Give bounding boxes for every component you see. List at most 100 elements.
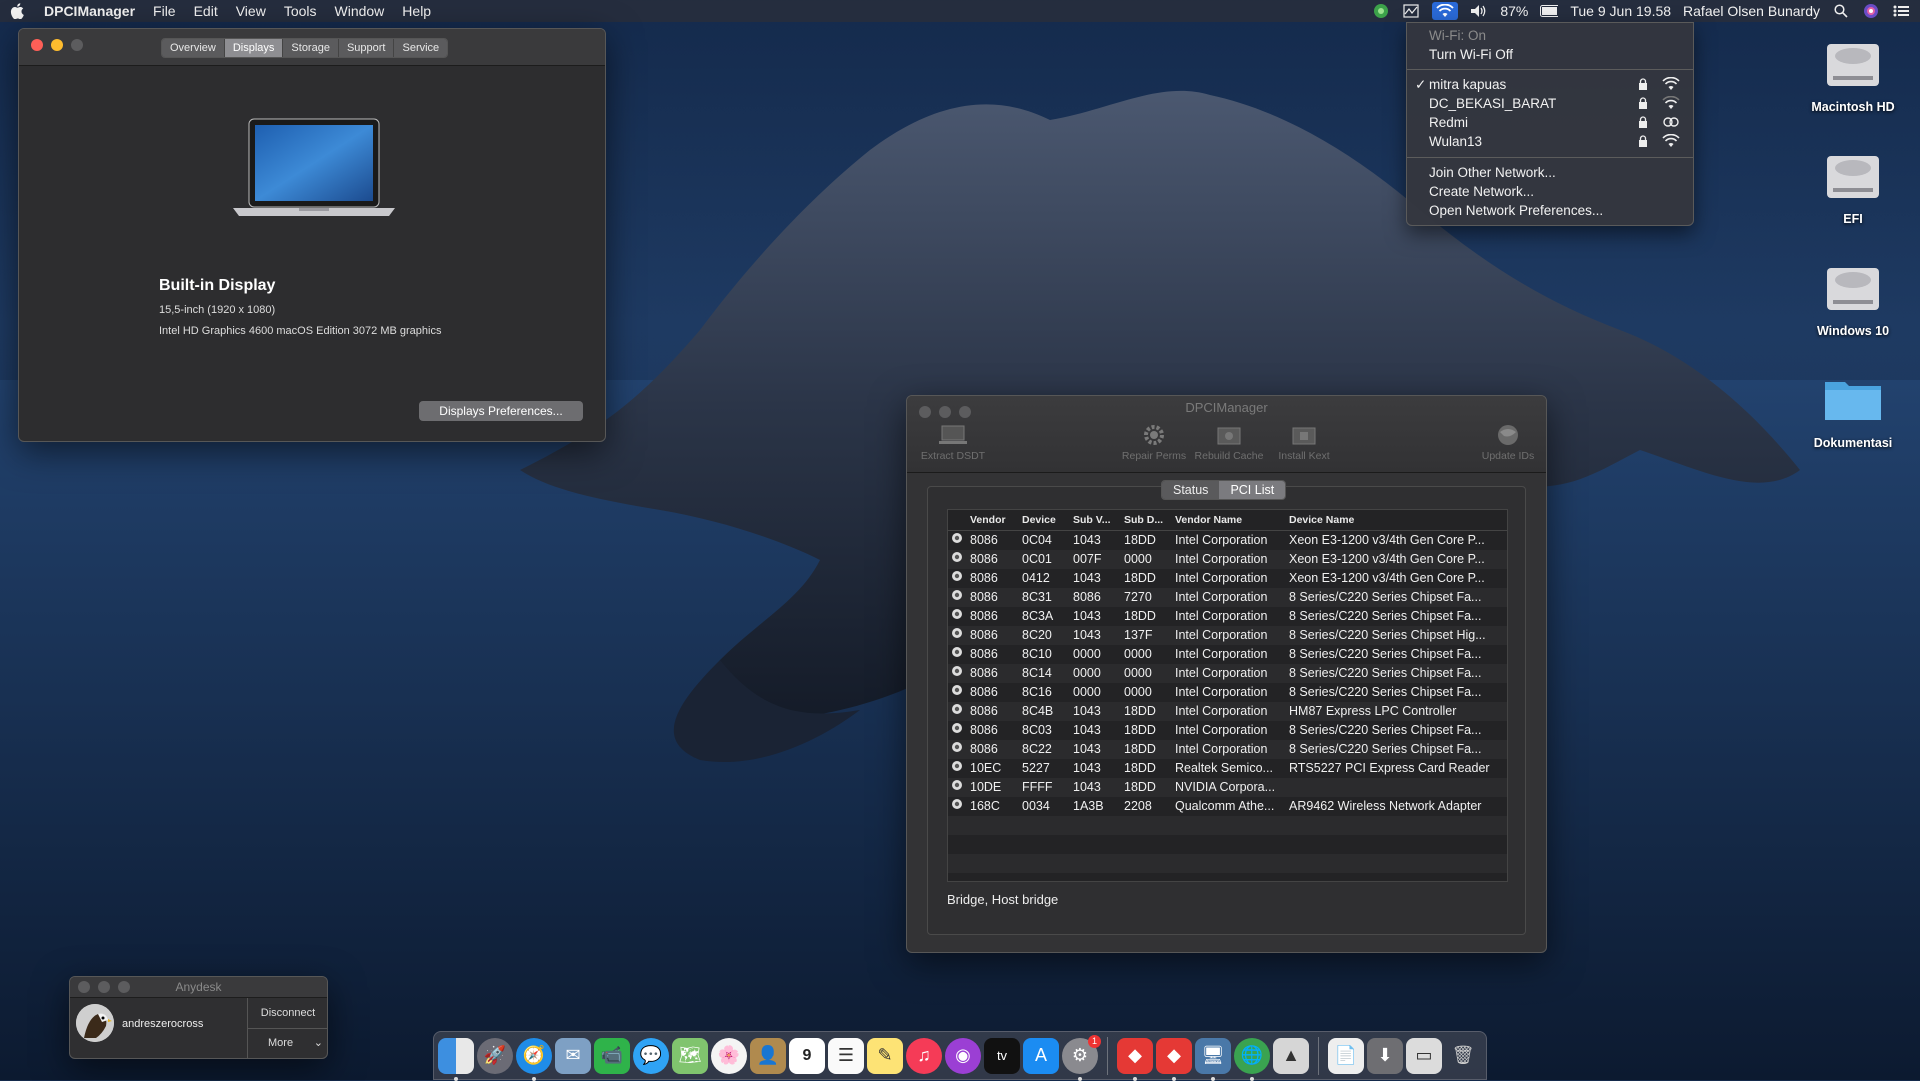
tab-overview[interactable]: Overview — [162, 39, 225, 57]
mail-icon[interactable]: ✉ — [555, 1037, 591, 1074]
repair-perms-button[interactable]: Repair Perms — [1117, 422, 1191, 462]
system-preferences-icon[interactable]: ⚙ 1 — [1062, 1034, 1101, 1081]
finder-icon[interactable] — [438, 1037, 474, 1081]
notification-center-icon[interactable] — [1892, 3, 1910, 19]
join-other-network-item[interactable]: Join Other Network... — [1429, 163, 1556, 182]
dpci-titlebar[interactable]: DPCIManager Extract DSDT Repair Perms Re… — [907, 396, 1546, 473]
siri-icon[interactable] — [1862, 3, 1880, 19]
about-titlebar[interactable]: Overview Displays Storage Support Servic… — [19, 29, 605, 66]
table-row[interactable]: 8086 0412 1043 18DD Intel Corporation Xeon E3… — [948, 569, 1507, 588]
table-row[interactable]: 8086 8C03 1043 18DD Intel Corporation 8 Serie… — [948, 721, 1507, 740]
battery-percent[interactable]: 87% — [1500, 3, 1528, 19]
tab-displays[interactable]: Displays — [224, 39, 284, 57]
messages-icon[interactable]: 💬 — [633, 1037, 669, 1074]
anydesk-alt-icon[interactable]: ◆ — [1156, 1037, 1192, 1081]
table-row[interactable]: 10EC 5227 1043 18DD Realtek Semico... RTS5227… — [948, 759, 1507, 778]
col-vendor-name[interactable]: Vendor Name — [1171, 510, 1285, 530]
desktop-icon-efi[interactable]: EFI — [1798, 142, 1908, 226]
col-sub-device[interactable]: Sub D... — [1120, 510, 1171, 530]
reminders-icon[interactable]: ☰ — [828, 1037, 864, 1074]
battery-icon[interactable] — [1540, 3, 1559, 19]
zoom-button[interactable] — [71, 39, 83, 51]
app-store-icon[interactable]: A — [1023, 1037, 1059, 1074]
table-row[interactable]: 8086 8C22 1043 18DD Intel Corporation 8 Serie… — [948, 740, 1507, 759]
table-row[interactable]: 8086 8C16 0000 0000 Intel Corporation 8 Serie… — [948, 683, 1507, 702]
segment-pci-list[interactable]: PCI List — [1219, 481, 1286, 499]
install-kext-button[interactable]: Install Kext — [1267, 422, 1341, 462]
desktop-icon-windows-10[interactable]: Windows 10 — [1798, 254, 1908, 338]
menu-tools[interactable]: Tools — [284, 3, 317, 19]
screenshot-stack-icon[interactable]: ▭ — [1406, 1037, 1442, 1074]
turn-wifi-off-item[interactable]: Turn Wi-Fi Off — [1429, 45, 1513, 64]
notes-icon[interactable]: ✎ — [867, 1037, 903, 1074]
table-row[interactable]: 8086 8C31 8086 7270 Intel Corporation 8 Serie… — [948, 588, 1507, 607]
activity-monitor-icon[interactable] — [1402, 3, 1420, 19]
music-icon[interactable]: ♫ — [906, 1037, 942, 1074]
spotlight-search-icon[interactable] — [1832, 3, 1850, 19]
wifi-network-item[interactable]: ✓ mitra kapuas — [1407, 75, 1693, 94]
globe-app-icon[interactable]: 🌐 — [1234, 1037, 1270, 1081]
desktop-icon-dokumentasi[interactable]: Dokumentasi — [1798, 366, 1908, 450]
contacts-icon[interactable]: 👤 — [750, 1037, 786, 1074]
downloads-stack-icon[interactable]: ⬇ — [1367, 1037, 1403, 1074]
wifi-network-item[interactable]: DC_BEKASI_BARAT — [1407, 94, 1693, 113]
table-row[interactable]: 8086 0C04 1043 18DD Intel Corporation Xeon E3… — [948, 531, 1507, 550]
extract-dsdt-button[interactable]: Extract DSDT — [913, 422, 993, 462]
col-device-name[interactable]: Device Name — [1285, 510, 1507, 530]
dpcimanager-icon[interactable]: 🖥 — [1195, 1037, 1231, 1081]
segment-status[interactable]: Status — [1162, 481, 1220, 499]
desktop-icon-macintosh-hd[interactable]: Macintosh HD — [1798, 30, 1908, 114]
rebuild-cache-button[interactable]: Rebuild Cache — [1192, 422, 1266, 462]
menu-app-name[interactable]: DPCIManager — [44, 3, 135, 19]
wifi-network-item[interactable]: Redmi — [1407, 113, 1693, 132]
table-row[interactable]: 8086 8C20 1043 137F Intel Corporation 8 Serie… — [948, 626, 1507, 645]
table-row[interactable]: 10DE FFFF 1043 18DD NVIDIA Corpora... — [948, 778, 1507, 797]
pci-device-table[interactable]: Vendor Device Sub V... Sub D... Vendor N… — [947, 509, 1508, 882]
wifi-icon[interactable] — [1432, 2, 1459, 20]
documents-stack-icon[interactable]: 📄 — [1328, 1037, 1364, 1074]
open-network-preferences-item[interactable]: Open Network Preferences... — [1429, 201, 1603, 220]
safari-icon[interactable]: 🧭 — [516, 1037, 552, 1081]
table-row[interactable]: 8086 8C3A 1043 18DD Intel Corporation 8 Serie… — [948, 607, 1507, 626]
tab-support[interactable]: Support — [338, 39, 395, 57]
menu-file[interactable]: File — [153, 3, 176, 19]
apple-tv-icon[interactable]: tv — [984, 1037, 1020, 1074]
col-device[interactable]: Device — [1018, 510, 1069, 530]
update-ids-button[interactable]: Update IDs — [1475, 422, 1541, 462]
tab-storage[interactable]: Storage — [283, 39, 339, 57]
close-button[interactable] — [31, 39, 43, 51]
disconnect-button[interactable]: Disconnect — [247, 998, 327, 1029]
facetime-icon[interactable]: 📹 — [594, 1037, 630, 1074]
preview-icon[interactable]: ▲ — [1273, 1037, 1309, 1074]
trash-icon[interactable]: 🗑 — [1445, 1038, 1481, 1074]
launchpad-icon[interactable]: 🚀 — [477, 1037, 513, 1074]
menu-user-name[interactable]: Rafael Olsen Bunardy — [1683, 3, 1820, 19]
table-row[interactable]: 8086 0C01 007F 0000 Intel Corporation Xeon E3… — [948, 550, 1507, 569]
table-row[interactable]: 8086 8C14 0000 0000 Intel Corporation 8 Serie… — [948, 664, 1507, 683]
globe-status-icon[interactable] — [1372, 3, 1390, 19]
wifi-network-item[interactable]: Wulan13 — [1407, 132, 1693, 151]
anydesk-titlebar[interactable]: Anydesk — [70, 977, 327, 998]
col-sub-vendor[interactable]: Sub V... — [1069, 510, 1120, 530]
apple-icon[interactable] — [10, 2, 26, 20]
menu-clock[interactable]: Tue 9 Jun 19.58 — [1570, 3, 1671, 19]
table-row[interactable]: 8086 8C10 0000 0000 Intel Corporation 8 Serie… — [948, 645, 1507, 664]
col-vendor[interactable]: Vendor — [966, 510, 1018, 530]
minimize-button[interactable] — [51, 39, 63, 51]
podcasts-icon[interactable]: ◉ — [945, 1037, 981, 1074]
menu-edit[interactable]: Edit — [194, 3, 218, 19]
menu-view[interactable]: View — [236, 3, 266, 19]
anydesk-icon[interactable]: ◆ — [1117, 1037, 1153, 1081]
menu-window[interactable]: Window — [335, 3, 385, 19]
volume-icon[interactable] — [1470, 3, 1488, 19]
create-network-item[interactable]: Create Network... — [1429, 182, 1534, 201]
table-row[interactable]: 168C 0034 1A3B 2208 Qualcomm Athe... AR9462 W… — [948, 797, 1507, 816]
table-row[interactable]: 8086 8C4B 1043 18DD Intel Corporation HM87 Ex… — [948, 702, 1507, 721]
displays-preferences-button[interactable]: Displays Preferences... — [419, 401, 583, 421]
tab-service[interactable]: Service — [394, 39, 448, 57]
photos-icon[interactable]: 🌸 — [711, 1037, 747, 1074]
calendar-icon[interactable]: 9 — [789, 1037, 825, 1074]
maps-icon[interactable]: 🗺 — [672, 1037, 708, 1074]
menu-help[interactable]: Help — [402, 3, 431, 19]
more-button[interactable]: More ⌄ — [247, 1029, 327, 1058]
